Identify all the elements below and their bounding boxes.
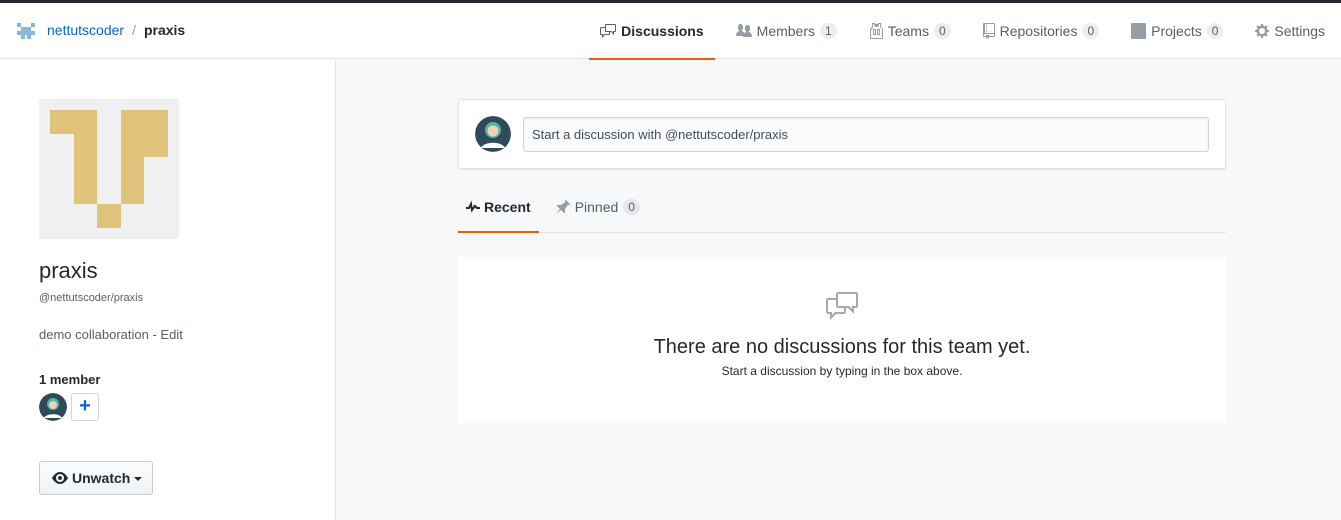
tab-discussions[interactable]: Discussions [589, 3, 716, 60]
team-slug: @nettutscoder/praxis [39, 292, 144, 304]
tab-label: Settings [1274, 23, 1325, 39]
discussion-composer [458, 99, 1226, 169]
description-separator: - [148, 327, 161, 342]
tab-label: Members [756, 23, 816, 39]
jersey-icon [869, 23, 883, 39]
unwatch-label: Unwatch [72, 470, 131, 486]
pinned-counter: 0 [623, 198, 640, 215]
team-header: nettutscoder / praxis Discussions Member… [0, 3, 1341, 60]
gear-icon [1255, 24, 1270, 38]
members-counter: 1 [820, 23, 837, 39]
repo-icon [982, 23, 995, 39]
teams-counter: 0 [933, 23, 951, 39]
tab-label: Discussions [621, 23, 704, 39]
edit-description-link[interactable]: Edit [160, 327, 182, 342]
pulse-icon [466, 200, 480, 213]
repositories-counter: 0 [1082, 23, 1100, 39]
add-member-button[interactable]: + [71, 393, 99, 421]
comment-discussion-icon [600, 24, 617, 38]
breadcrumb-team-name[interactable]: praxis [144, 22, 185, 38]
tab-repositories[interactable]: Repositories 0 [972, 3, 1111, 59]
team-description: demo collaboration - Edit [39, 327, 183, 342]
member-avatar[interactable] [39, 393, 67, 421]
project-icon [1131, 23, 1147, 39]
tab-settings[interactable]: Settings [1244, 3, 1336, 59]
empty-state-subtitle: Start a discussion by typing in the box … [721, 364, 963, 378]
discussion-input[interactable] [523, 117, 1209, 152]
tab-label: Pinned [574, 198, 619, 215]
breadcrumb-org-link[interactable]: nettutscoder [47, 22, 124, 38]
tab-label: Teams [887, 23, 929, 39]
eye-icon [52, 472, 68, 484]
empty-state-title: There are no discussions for this team y… [653, 336, 1031, 358]
projects-counter: 0 [1206, 23, 1224, 39]
tab-label: Repositories [999, 23, 1078, 39]
team-name: praxis [39, 258, 98, 283]
unwatch-button[interactable]: Unwatch [39, 461, 153, 495]
people-icon [735, 24, 752, 37]
team-sidebar: praxis @nettutscoder/praxis demo collabo… [0, 60, 336, 520]
tab-label: Recent [484, 198, 531, 215]
tab-recent[interactable]: Recent [458, 181, 539, 233]
team-avatar [39, 99, 179, 239]
member-count: 1 member [39, 372, 101, 387]
description-text: demo collaboration [39, 327, 149, 342]
tab-members[interactable]: Members 1 [725, 3, 848, 59]
tab-projects[interactable]: Projects 0 [1120, 3, 1234, 59]
pin-icon [555, 199, 570, 214]
org-logo-icon[interactable] [15, 19, 37, 41]
dropdown-caret-icon [134, 477, 143, 481]
user-avatar [475, 116, 511, 152]
team-nav-tabs: Discussions Members 1 Teams 0 Repositori… [584, 3, 1341, 60]
discussion-filter-tabs: Recent Pinned 0 [458, 181, 1226, 233]
tab-pinned[interactable]: Pinned 0 [547, 181, 648, 232]
comment-discussion-icon [826, 292, 858, 320]
tab-label: Projects [1151, 23, 1202, 39]
breadcrumb-separator: / [132, 22, 136, 38]
breadcrumb: nettutscoder / praxis [15, 19, 185, 41]
empty-state: There are no discussions for this team y… [458, 257, 1226, 423]
tab-teams[interactable]: Teams 0 [858, 3, 962, 59]
